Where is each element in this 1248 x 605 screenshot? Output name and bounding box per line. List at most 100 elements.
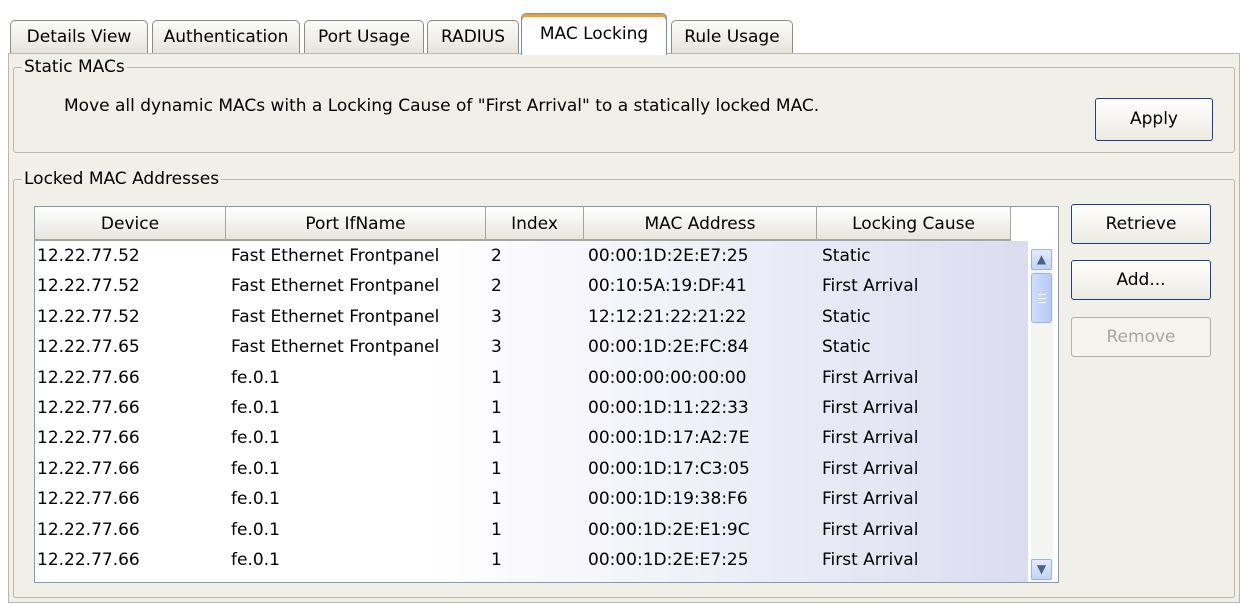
column-header-mac-address[interactable]: MAC Address: [584, 207, 817, 241]
table-row[interactable]: 12.22.77.66 fe.0.1 1 00:00:1D:2E:E1:9C F…: [35, 515, 1028, 545]
table-row[interactable]: 12.22.77.52 Fast Ethernet Frontpanel 2 0…: [35, 241, 1028, 271]
tab-label: RADIUS: [440, 27, 506, 47]
cell-mac-address: 00:00:00:00:00:00: [588, 367, 747, 388]
table-row[interactable]: 12.22.77.52 Fast Ethernet Frontpanel 2 0…: [35, 271, 1028, 301]
cell-port-ifname: fe.0.1: [231, 428, 280, 449]
cell-device: 12.22.77.66: [37, 489, 140, 510]
cell-port-ifname: fe.0.1: [231, 367, 280, 388]
cell-index: 1: [491, 428, 502, 449]
table-row[interactable]: 12.22.77.66 fe.0.1 1 00:00:1D:17:A2:7E F…: [35, 423, 1028, 453]
cell-index: 3: [491, 337, 502, 358]
cell-device: 12.22.77.66: [37, 550, 140, 570]
cell-port-ifname: Fast Ethernet Frontpanel: [231, 337, 440, 358]
cell-mac-address: 00:00:1D:2E:E7:25: [588, 550, 749, 570]
cell-locking-cause: First Arrival: [822, 367, 919, 388]
cell-device: 12.22.77.66: [37, 398, 140, 418]
tab-label: Details View: [26, 27, 132, 47]
cell-port-ifname: Fast Ethernet Frontpanel: [231, 246, 440, 266]
cell-port-ifname: fe.0.1: [231, 489, 280, 510]
cell-port-ifname: fe.0.1: [231, 458, 280, 479]
cell-device: 12.22.77.52: [37, 276, 140, 297]
tab-mac-locking[interactable]: MAC Locking: [521, 13, 667, 55]
cell-index: 3: [491, 306, 502, 327]
cell-device: 12.22.77.66: [37, 519, 140, 540]
cell-locking-cause: First Arrival: [822, 398, 919, 418]
cell-mac-address: 00:00:1D:2E:E7:25: [588, 246, 749, 266]
cell-locking-cause: Static: [822, 337, 871, 358]
cell-index: 1: [491, 458, 502, 479]
cell-mac-address: 00:00:1D:19:38:F6: [588, 489, 748, 510]
cell-device: 12.22.77.65: [37, 337, 140, 358]
cell-mac-address: 00:00:1D:2E:E1:9C: [588, 519, 750, 540]
locked-mac-addresses-title: Locked MAC Addresses: [22, 168, 222, 190]
table-row[interactable]: 12.22.77.66 fe.0.1 1 00:00:00:00:00:00 F…: [35, 363, 1028, 393]
static-macs-message: Move all dynamic MACs with a Locking Cau…: [64, 96, 820, 116]
cell-index: 1: [491, 519, 502, 540]
cell-port-ifname: Fast Ethernet Frontpanel: [231, 306, 440, 327]
cell-device: 12.22.77.52: [37, 246, 140, 266]
static-macs-title: Static MACs: [22, 56, 127, 78]
cell-port-ifname: fe.0.1: [231, 398, 280, 418]
remove-button[interactable]: Remove: [1071, 317, 1211, 357]
tab-radius[interactable]: RADIUS: [427, 20, 519, 53]
cell-locking-cause: Static: [822, 246, 871, 266]
cell-device: 12.22.77.66: [37, 367, 140, 388]
tab-label: MAC Locking: [539, 24, 649, 44]
cell-index: 1: [491, 398, 502, 418]
cell-locking-cause: First Arrival: [822, 550, 919, 570]
cell-port-ifname: Fast Ethernet Frontpanel: [231, 276, 440, 297]
cell-index: 2: [491, 246, 502, 266]
cell-locking-cause: First Arrival: [822, 519, 919, 540]
cell-mac-address: 12:12:21:22:21:22: [588, 306, 747, 327]
table-row[interactable]: 12.22.77.52 Fast Ethernet Frontpanel 3 1…: [35, 302, 1028, 332]
table-row[interactable]: 12.22.77.66 fe.0.1 1 00:00:1D:19:38:F6 F…: [35, 484, 1028, 514]
column-header-port-ifname[interactable]: Port IfName: [226, 207, 486, 241]
cell-mac-address: 00:00:1D:17:A2:7E: [588, 428, 750, 449]
retrieve-button-label: Retrieve: [1105, 214, 1177, 234]
table-body: 12.22.77.52 Fast Ethernet Frontpanel 2 0…: [35, 241, 1028, 582]
column-header-device[interactable]: Device: [35, 207, 226, 241]
cell-mac-address: 00:00:1D:17:C3:05: [588, 458, 750, 479]
column-header-label: MAC Address: [644, 214, 756, 234]
retrieve-button[interactable]: Retrieve: [1071, 204, 1211, 244]
table-row[interactable]: 12.22.77.66 fe.0.1 1 00:00:1D:17:C3:05 F…: [35, 454, 1028, 484]
cell-device: 12.22.77.66: [37, 458, 140, 479]
column-header-index[interactable]: Index: [486, 207, 584, 241]
tab-label: Authentication: [163, 27, 289, 47]
apply-button-label: Apply: [1130, 109, 1178, 129]
tab-label: Port Usage: [317, 27, 411, 47]
apply-button[interactable]: Apply: [1095, 98, 1213, 141]
column-header-label: Index: [511, 214, 558, 234]
cell-port-ifname: fe.0.1: [231, 519, 280, 540]
tab-label: Rule Usage: [684, 27, 780, 47]
tab-port-usage[interactable]: Port Usage: [304, 20, 424, 53]
scrollbar-thumb[interactable]: [1031, 273, 1052, 323]
table-vertical-scrollbar[interactable]: ▲ ▼: [1031, 249, 1053, 582]
cell-locking-cause: First Arrival: [822, 276, 919, 297]
cell-device: 12.22.77.52: [37, 306, 140, 327]
cell-mac-address: 00:00:1D:2E:FC:84: [588, 337, 749, 358]
static-macs-group: Static MACs Move all dynamic MACs with a…: [13, 56, 1235, 153]
cell-locking-cause: First Arrival: [822, 458, 919, 479]
table-row[interactable]: 12.22.77.65 Fast Ethernet Frontpanel 3 0…: [35, 332, 1028, 362]
column-header-locking-cause[interactable]: Locking Cause: [817, 207, 1011, 241]
scrollbar-grip: [1038, 302, 1046, 303]
locked-mac-table: Device Port IfName Index MAC Address Loc…: [34, 206, 1059, 583]
column-header-label: Device: [100, 214, 160, 234]
tab-details-view[interactable]: Details View: [10, 20, 148, 53]
add-button[interactable]: Add...: [1071, 260, 1211, 300]
cell-index: 1: [491, 550, 502, 570]
scroll-up-arrow-icon[interactable]: ▲: [1031, 249, 1052, 270]
add-button-label: Add...: [1116, 270, 1166, 290]
table-row[interactable]: 12.22.77.66 fe.0.1 1 00:00:1D:11:22:33 F…: [35, 393, 1028, 423]
cell-locking-cause: First Arrival: [822, 489, 919, 510]
cell-port-ifname: fe.0.1: [231, 550, 280, 570]
cell-device: 12.22.77.66: [37, 428, 140, 449]
column-header-label: Locking Cause: [852, 214, 975, 234]
scroll-down-arrow-icon[interactable]: ▼: [1031, 559, 1052, 580]
cell-locking-cause: Static: [822, 306, 871, 327]
tab-authentication[interactable]: Authentication: [152, 20, 300, 53]
cell-mac-address: 00:00:1D:11:22:33: [588, 398, 749, 418]
tab-rule-usage[interactable]: Rule Usage: [671, 20, 793, 53]
table-row[interactable]: 12.22.77.66 fe.0.1 1 00:00:1D:2E:E7:25 F…: [35, 545, 1028, 575]
